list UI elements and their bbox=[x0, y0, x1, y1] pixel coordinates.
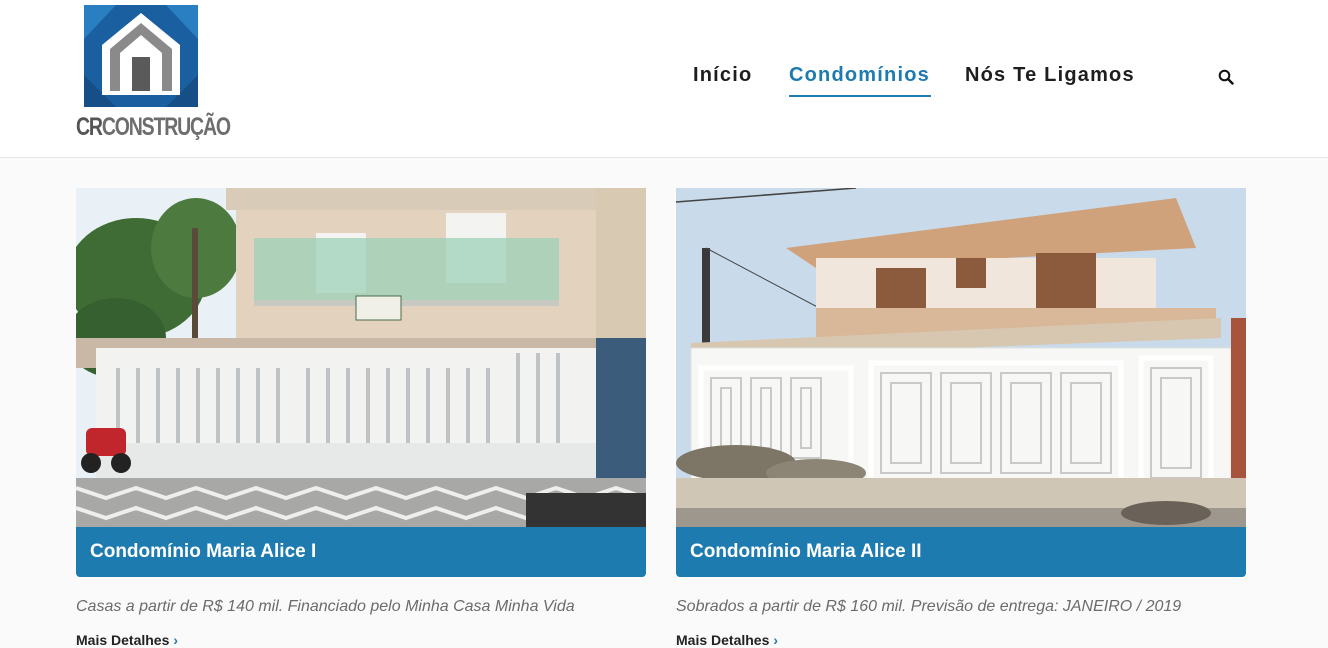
site-header: CRCONSTRUÇÃO Início Condomínios Nós Te L… bbox=[0, 0, 1328, 158]
card-description: Casas a partir de R$ 140 mil. Financiado… bbox=[76, 598, 575, 615]
company-logo[interactable]: CRCONSTRUÇÃO bbox=[76, 5, 231, 147]
card-description: Sobrados a partir de R$ 160 mil. Previsã… bbox=[676, 598, 1182, 615]
condominio-photo[interactable] bbox=[76, 188, 646, 527]
active-nav-indicator bbox=[789, 95, 931, 97]
more-details-link[interactable]: Mais Detalhes › bbox=[76, 632, 178, 648]
chevron-right-icon: › bbox=[173, 632, 179, 648]
card-title[interactable]: Condomínio Maria Alice I bbox=[90, 541, 316, 563]
card-title-bar[interactable]: Condomínio Maria Alice II bbox=[676, 527, 1246, 577]
nav-item-inicio[interactable]: Início bbox=[693, 64, 752, 87]
chevron-right-icon: › bbox=[773, 632, 779, 648]
condominio-photo[interactable] bbox=[676, 188, 1246, 527]
card-title-bar[interactable]: Condomínio Maria Alice I bbox=[76, 527, 646, 577]
nav-item-condominios[interactable]: Condomínios bbox=[789, 64, 930, 87]
search-icon[interactable] bbox=[1218, 69, 1234, 85]
more-details-label[interactable]: Mais Detalhes bbox=[76, 632, 169, 648]
more-details-label[interactable]: Mais Detalhes bbox=[676, 632, 769, 648]
logo-mark-icon bbox=[84, 5, 198, 107]
nav-item-nos-te-ligamos[interactable]: Nós Te Ligamos bbox=[965, 64, 1135, 87]
more-details-link[interactable]: Mais Detalhes › bbox=[676, 632, 778, 648]
card-title[interactable]: Condomínio Maria Alice II bbox=[690, 541, 922, 563]
logo-wordmark: CRCONSTRUÇÃO bbox=[76, 113, 231, 141]
